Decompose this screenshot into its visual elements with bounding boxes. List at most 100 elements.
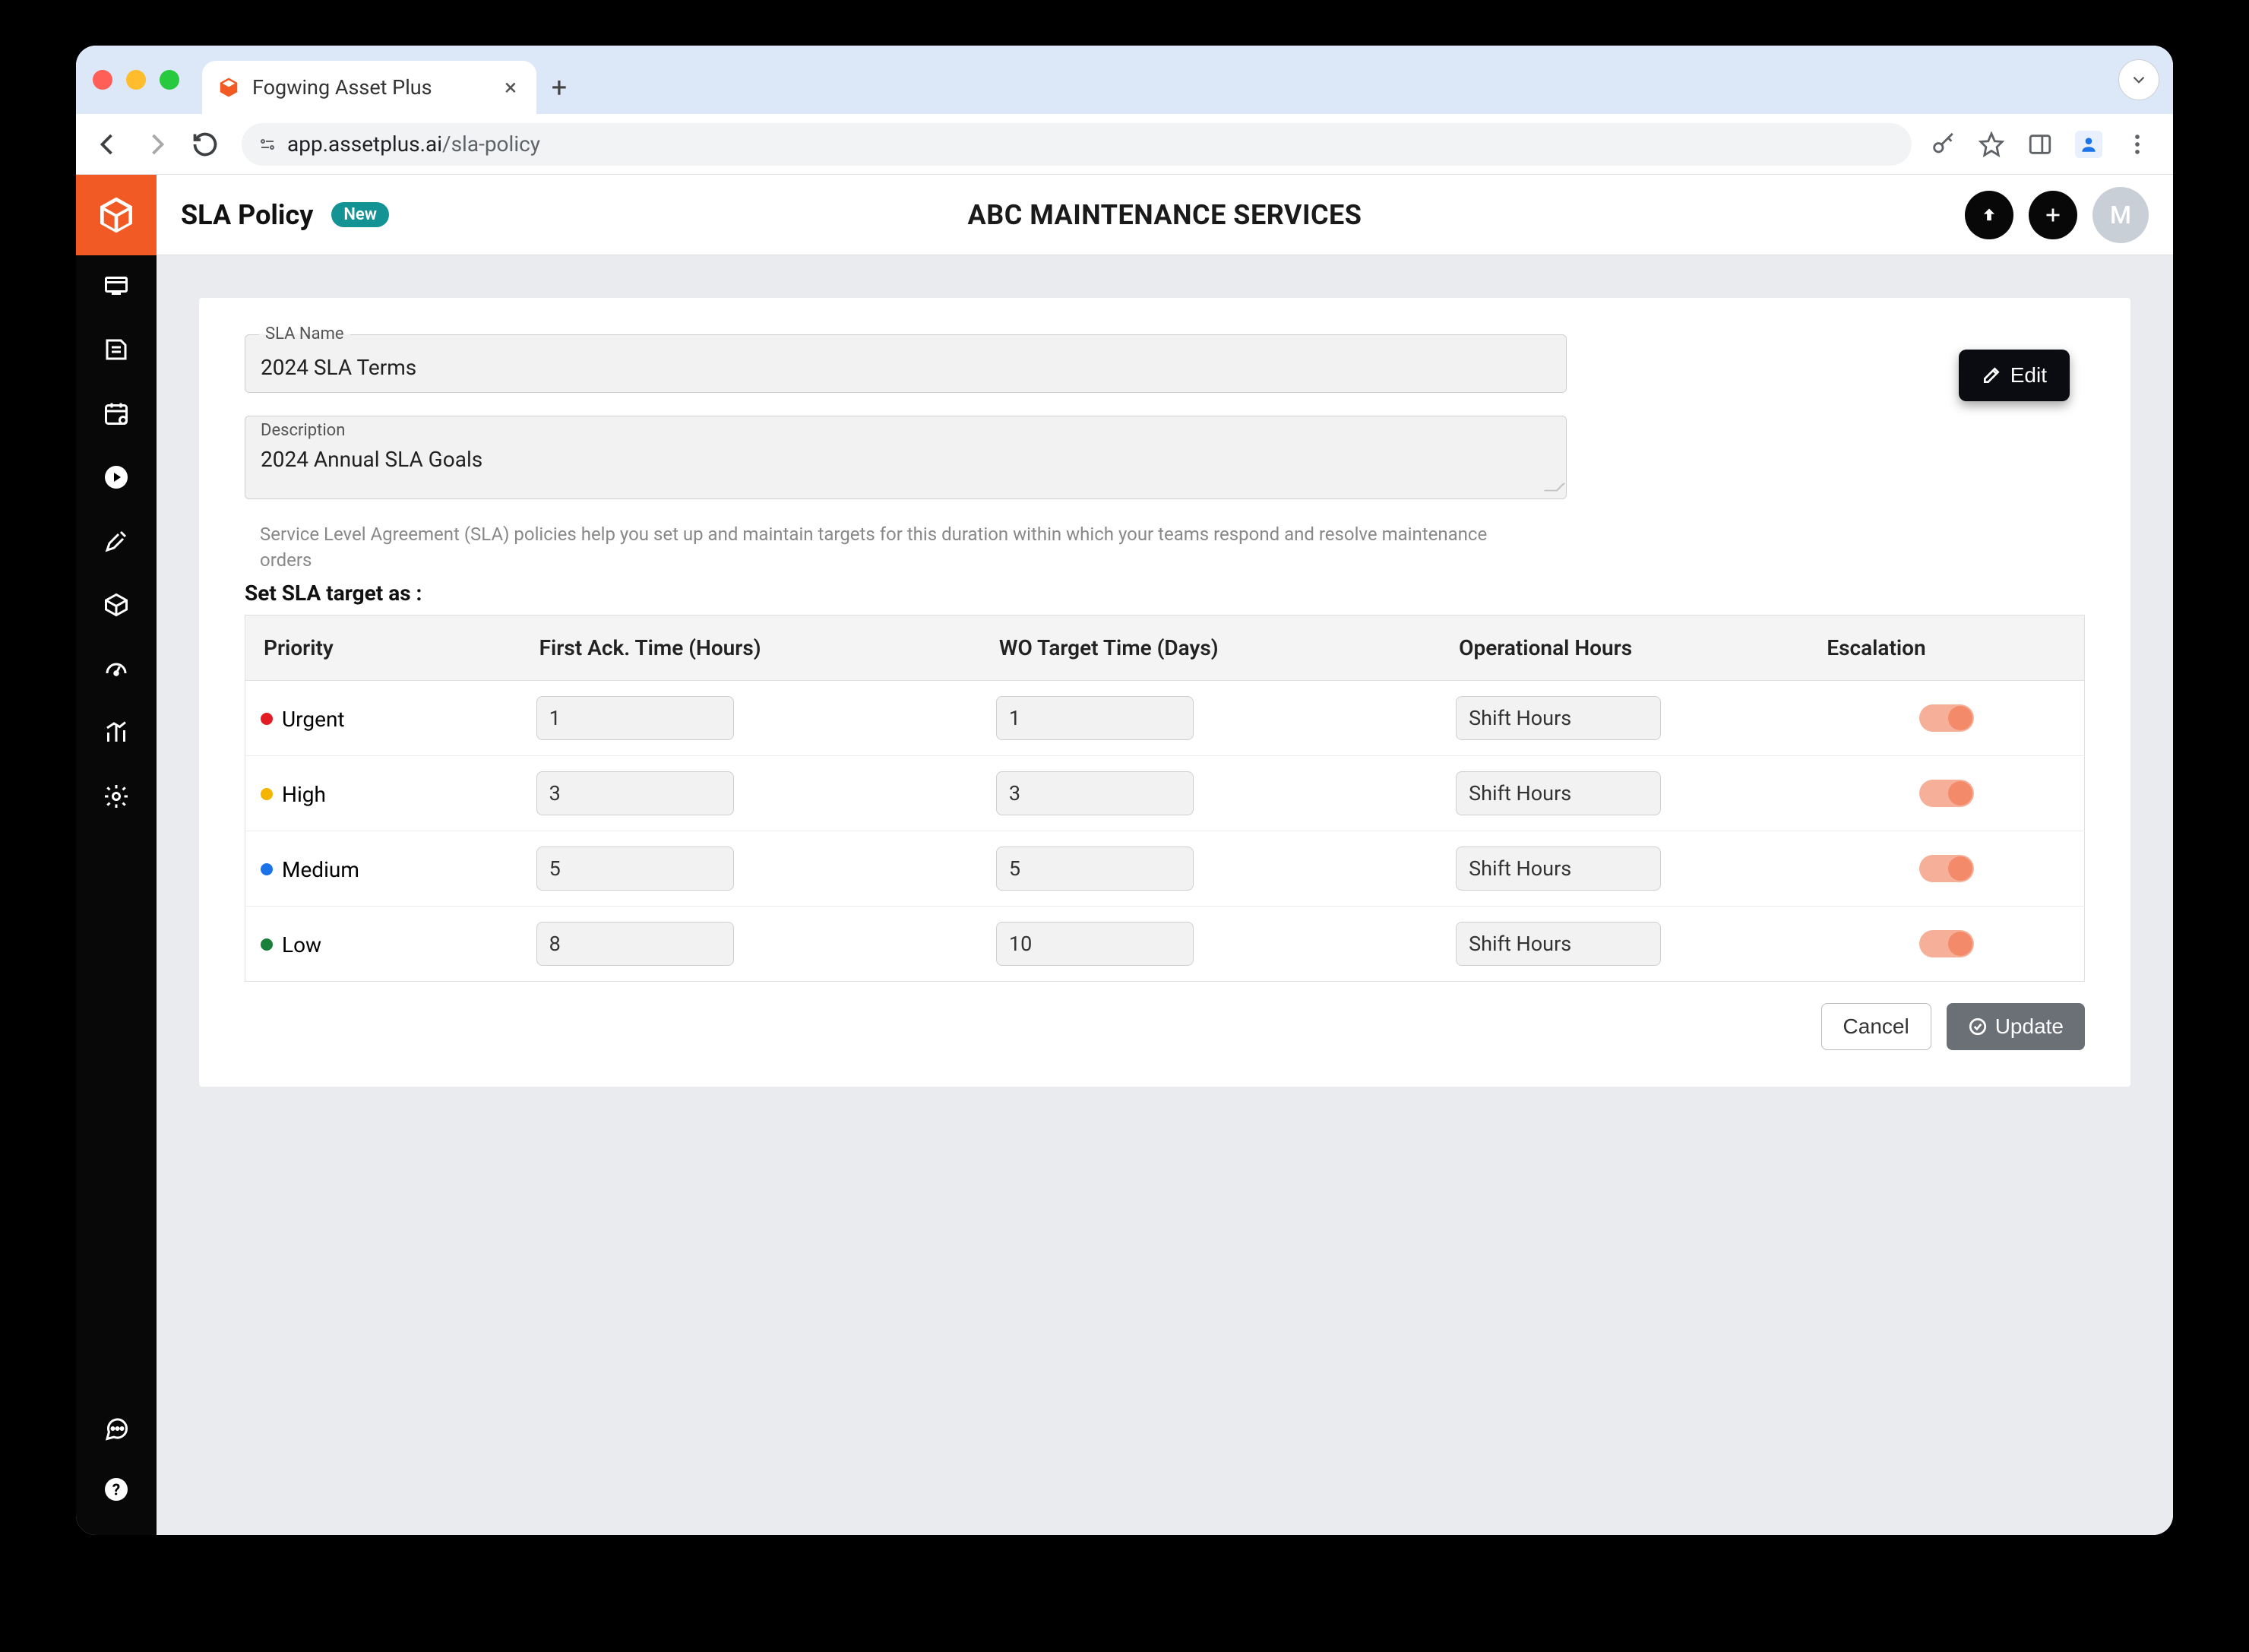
priority-dot-icon (261, 788, 273, 800)
edit-button-label: Edit (2010, 363, 2047, 388)
analytics-icon[interactable] (101, 717, 131, 748)
update-button-label: Update (1995, 1014, 2064, 1039)
app-main: SLA Policy New ABC MAINTENANCE SERVICES … (157, 175, 2173, 1535)
org-title: ABC MAINTENANCE SERVICES (968, 199, 1362, 231)
upload-button[interactable] (1965, 191, 2013, 239)
priority-name: Low (282, 932, 321, 957)
operational-hours-select[interactable]: Shift Hours (1456, 771, 1661, 815)
col-ack: First Ack. Time (Hours) (521, 616, 981, 681)
col-priority: Priority (245, 616, 521, 681)
tools-icon[interactable] (101, 526, 131, 556)
priority-name: Medium (282, 857, 359, 882)
dashboard-icon[interactable] (101, 271, 131, 301)
app-logo[interactable] (76, 175, 157, 255)
section-title: Set SLA target as : (245, 581, 2085, 606)
escalation-toggle[interactable] (1919, 780, 1974, 807)
avatar-letter: M (2110, 201, 2131, 229)
window-toggle-button[interactable] (2118, 59, 2159, 100)
sla-name-value: 2024 SLA Terms (261, 355, 1551, 380)
operational-hours-select[interactable]: Shift Hours (1456, 696, 1661, 740)
chat-icon[interactable] (101, 1413, 131, 1444)
escalation-toggle[interactable] (1919, 930, 1974, 957)
profile-badge-icon[interactable] (2073, 128, 2105, 160)
page-title: SLA Policy (181, 199, 313, 231)
back-button[interactable] (87, 123, 129, 166)
password-key-icon[interactable] (1927, 128, 1959, 160)
escalation-toggle[interactable] (1919, 704, 1974, 732)
helper-text: Service Level Agreement (SLA) policies h… (260, 522, 1536, 573)
sla-card: Edit SLA Name 2024 SLA Terms Description… (199, 298, 2130, 1087)
form-actions: Cancel Update (245, 1003, 2085, 1050)
calendar-icon[interactable] (101, 398, 131, 429)
operational-hours-select[interactable]: Shift Hours (1456, 847, 1661, 891)
target-time-input[interactable]: 1 (996, 696, 1194, 740)
description-label: Description (261, 421, 345, 440)
url-input[interactable]: app.assetplus.ai/sla-policy (242, 123, 1912, 166)
update-button[interactable]: Update (1947, 1003, 2085, 1050)
settings-icon[interactable] (101, 781, 131, 812)
edit-button[interactable]: Edit (1959, 350, 2070, 401)
col-target: WO Target Time (Days) (981, 616, 1441, 681)
ack-time-input[interactable]: 5 (536, 847, 734, 891)
inventory-icon[interactable] (101, 590, 131, 620)
menu-dots-icon[interactable] (2121, 128, 2153, 160)
help-icon[interactable]: ? (101, 1474, 131, 1505)
sla-name-label: SLA Name (259, 324, 350, 343)
svg-text:?: ? (112, 1482, 120, 1500)
table-row: High 3 3 Shift Hours (245, 756, 2085, 831)
resize-grip-icon[interactable] (1544, 483, 1566, 492)
priority-dot-icon (261, 863, 273, 875)
sidebar-nav (101, 255, 131, 812)
favicon-icon (217, 76, 240, 99)
target-time-input[interactable]: 3 (996, 771, 1194, 815)
status-badge: New (331, 202, 389, 227)
add-button[interactable] (2029, 191, 2077, 239)
ack-time-input[interactable]: 8 (536, 922, 734, 966)
window-close-button[interactable] (93, 70, 112, 90)
table-row: Medium 5 5 Shift Hours (245, 831, 2085, 907)
window-controls (93, 46, 202, 114)
url-text: app.assetplus.ai/sla-policy (287, 131, 540, 157)
window-maximize-button[interactable] (160, 70, 179, 90)
target-time-input[interactable]: 5 (996, 847, 1194, 891)
sidebar-bottom: ? (101, 1413, 131, 1535)
address-bar-actions (1927, 128, 2162, 160)
app-frame: ? SLA Policy New ABC MAINTENANCE SERVICE… (76, 175, 2173, 1535)
header-actions: M (1965, 187, 2149, 243)
priority-name: Urgent (282, 707, 345, 732)
col-esc: Escalation (1808, 616, 2084, 681)
operational-hours-select[interactable]: Shift Hours (1456, 922, 1661, 966)
sidebar: ? (76, 175, 157, 1535)
tab-close-button[interactable]: × (500, 74, 521, 101)
avatar[interactable]: M (2092, 187, 2149, 243)
priority-dot-icon (261, 938, 273, 951)
browser-window: Fogwing Asset Plus × + app.assetplus.ai/… (76, 46, 2173, 1535)
panel-icon[interactable] (2024, 128, 2056, 160)
workorders-icon[interactable] (101, 334, 131, 365)
reload-button[interactable] (184, 123, 226, 166)
sla-name-field[interactable]: SLA Name 2024 SLA Terms (245, 334, 1567, 393)
window-minimize-button[interactable] (126, 70, 146, 90)
ack-time-input[interactable]: 3 (536, 771, 734, 815)
priority-name: High (282, 782, 326, 807)
bookmark-star-icon[interactable] (1975, 128, 2007, 160)
escalation-toggle[interactable] (1919, 855, 1974, 882)
browser-tab[interactable]: Fogwing Asset Plus × (202, 61, 536, 114)
app-header: SLA Policy New ABC MAINTENANCE SERVICES … (157, 175, 2173, 255)
content-area: Edit SLA Name 2024 SLA Terms Description… (157, 255, 2173, 1535)
priority-dot-icon (261, 713, 273, 725)
table-row: Low 8 10 Shift Hours (245, 907, 2085, 982)
col-op: Operational Hours (1441, 616, 1808, 681)
description-field[interactable]: Description 2024 Annual SLA Goals (245, 416, 1567, 499)
forward-button[interactable] (135, 123, 178, 166)
target-time-input[interactable]: 10 (996, 922, 1194, 966)
cancel-button[interactable]: Cancel (1821, 1003, 1931, 1050)
media-icon[interactable] (101, 462, 131, 492)
ack-time-input[interactable]: 1 (536, 696, 734, 740)
sla-table: Priority First Ack. Time (Hours) WO Targ… (245, 615, 2085, 982)
site-settings-icon[interactable] (258, 135, 277, 153)
new-tab-button[interactable]: + (536, 61, 582, 114)
gauge-icon[interactable] (101, 654, 131, 684)
tab-title: Fogwing Asset Plus (252, 75, 488, 100)
address-bar: app.assetplus.ai/sla-policy (76, 114, 2173, 175)
